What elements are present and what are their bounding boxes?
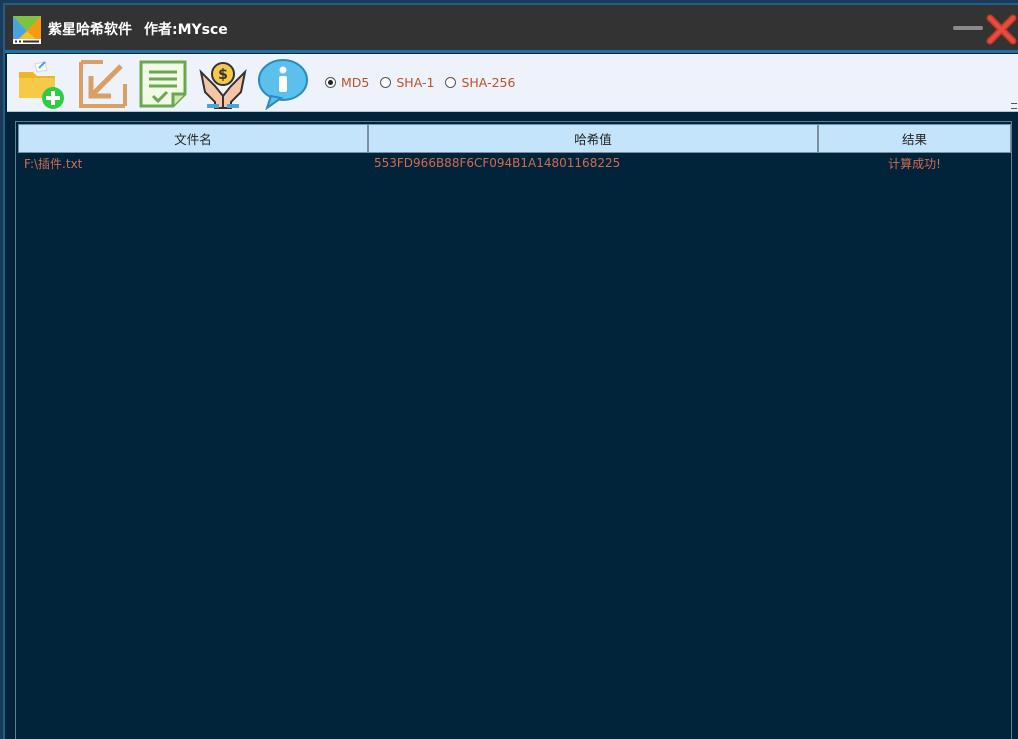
radio-label: SHA-256 (461, 74, 516, 90)
radio-circle (445, 76, 457, 88)
list-header: 文件名 哈希值 结果 (18, 124, 1011, 153)
app-name: 紫星哈希软件 (48, 22, 132, 38)
minimize-button[interactable] (953, 24, 983, 33)
hands-coin-icon: $ (199, 62, 247, 109)
arrow-down-left-icon (79, 60, 127, 108)
cell-filename: F:\插件.txt (24, 156, 83, 171)
report-button[interactable] (137, 58, 189, 110)
close-button[interactable] (985, 13, 1018, 46)
about-button[interactable] (257, 58, 309, 110)
column-header-hash[interactable]: 哈希值 (368, 124, 818, 153)
title-bar[interactable]: 紫星哈希软件 作者:MYsce (5, 5, 1018, 53)
radio-circle (380, 76, 392, 88)
radio-label: SHA-1 (396, 74, 435, 90)
document-check-icon (139, 60, 187, 108)
file-list[interactable]: 文件名 哈希值 结果 F:\插件.txt 553FD966B88F6CF094B… (15, 121, 1012, 739)
algorithm-radio-group: MD5 SHA-1 SHA-256 (325, 72, 526, 92)
radio-sha1[interactable]: SHA-1 (380, 75, 434, 90)
toolbar-overflow-grip[interactable] (1011, 103, 1017, 109)
column-header-filename[interactable]: 文件名 (18, 124, 368, 153)
donate-button[interactable]: $ (197, 58, 249, 110)
window-title: 紫星哈希软件 作者:MYsce (48, 19, 228, 39)
close-icon (986, 14, 1017, 45)
radio-md5[interactable]: MD5 (325, 75, 369, 90)
cell-hash: 553FD966B88F6CF094B1A14801168225 (374, 156, 621, 170)
cell-result: 计算成功! (888, 156, 941, 171)
svg-text:$: $ (218, 67, 228, 83)
app-window: 紫星哈希软件 作者:MYsce $ MD5 SHA-1 SHA-256 文件名 … (3, 3, 1018, 739)
export-button[interactable] (77, 58, 129, 110)
list-rows: F:\插件.txt 553FD966B88F6CF094B1A148011682… (18, 154, 1011, 172)
author-label: 作者:MYsce (144, 22, 228, 38)
toolbar: $ MD5 SHA-1 SHA-256 (7, 54, 1018, 112)
radio-label: MD5 (341, 74, 370, 90)
info-bubble-icon (258, 59, 308, 110)
radio-circle (325, 76, 336, 88)
radio-sha256[interactable]: SHA-256 (445, 75, 515, 90)
table-row[interactable]: F:\插件.txt 553FD966B88F6CF094B1A148011682… (18, 154, 1011, 172)
minimize-icon (953, 26, 983, 30)
column-header-result[interactable]: 结果 (818, 124, 1011, 153)
add-file-button[interactable] (15, 58, 67, 110)
folder-add-icon (19, 61, 64, 109)
app-logo-icon (13, 16, 41, 44)
